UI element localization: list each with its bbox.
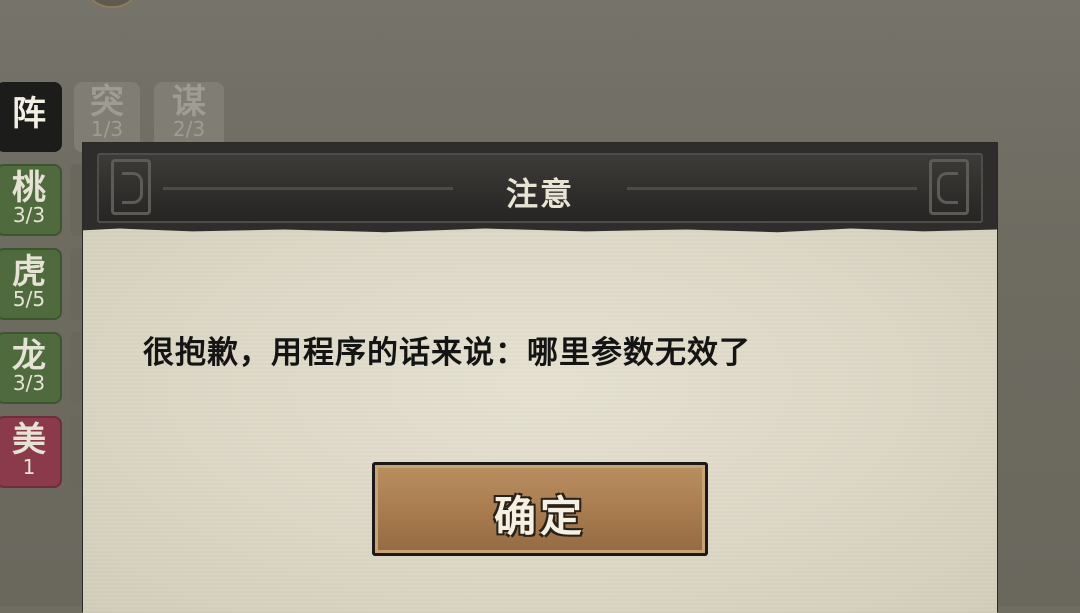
side-item-glyph: 桃 [12,168,46,208]
side-item-hu[interactable]: 虎 5/5 [0,248,62,320]
side-item-tao[interactable]: 桃 3/3 [0,164,62,236]
item-slot-edge [70,416,82,488]
notice-dialog: 注意 很抱歉，用程序的话来说：哪里参数无效了 确定 [82,142,998,613]
side-item-count: 5/5 [12,287,46,311]
dialog-header: 注意 [83,143,997,233]
side-item-glyph: 龙 [12,336,46,376]
tab-tu-count: 1/3 [90,117,124,141]
side-item-count: 1 [22,455,36,479]
tab-zhen[interactable]: 阵 [0,82,62,152]
tab-mou-count: 2/3 [172,117,206,141]
item-slot-edge [70,332,82,404]
dialog-message: 很抱歉，用程序的话来说：哪里参数无效了 [143,335,751,371]
side-item-count: 3/3 [12,203,46,227]
dialog-title: 注意 [505,175,574,213]
tab-zhen-glyph: 阵 [12,94,46,134]
confirm-button-label: 确定 [493,492,586,541]
item-slot-edge [70,248,82,320]
item-slot-edge [70,164,82,236]
side-item-count: 3/3 [12,371,46,395]
tab-tu-glyph: 突 [90,82,124,122]
side-item-long[interactable]: 龙 3/3 [0,332,62,404]
tab-mou-glyph: 谋 [172,82,206,122]
side-item-glyph: 虎 [12,252,46,292]
confirm-button[interactable]: 确定 [372,462,708,556]
side-item-glyph: 美 [12,420,46,460]
side-item-mei[interactable]: 美 1 [0,416,62,488]
